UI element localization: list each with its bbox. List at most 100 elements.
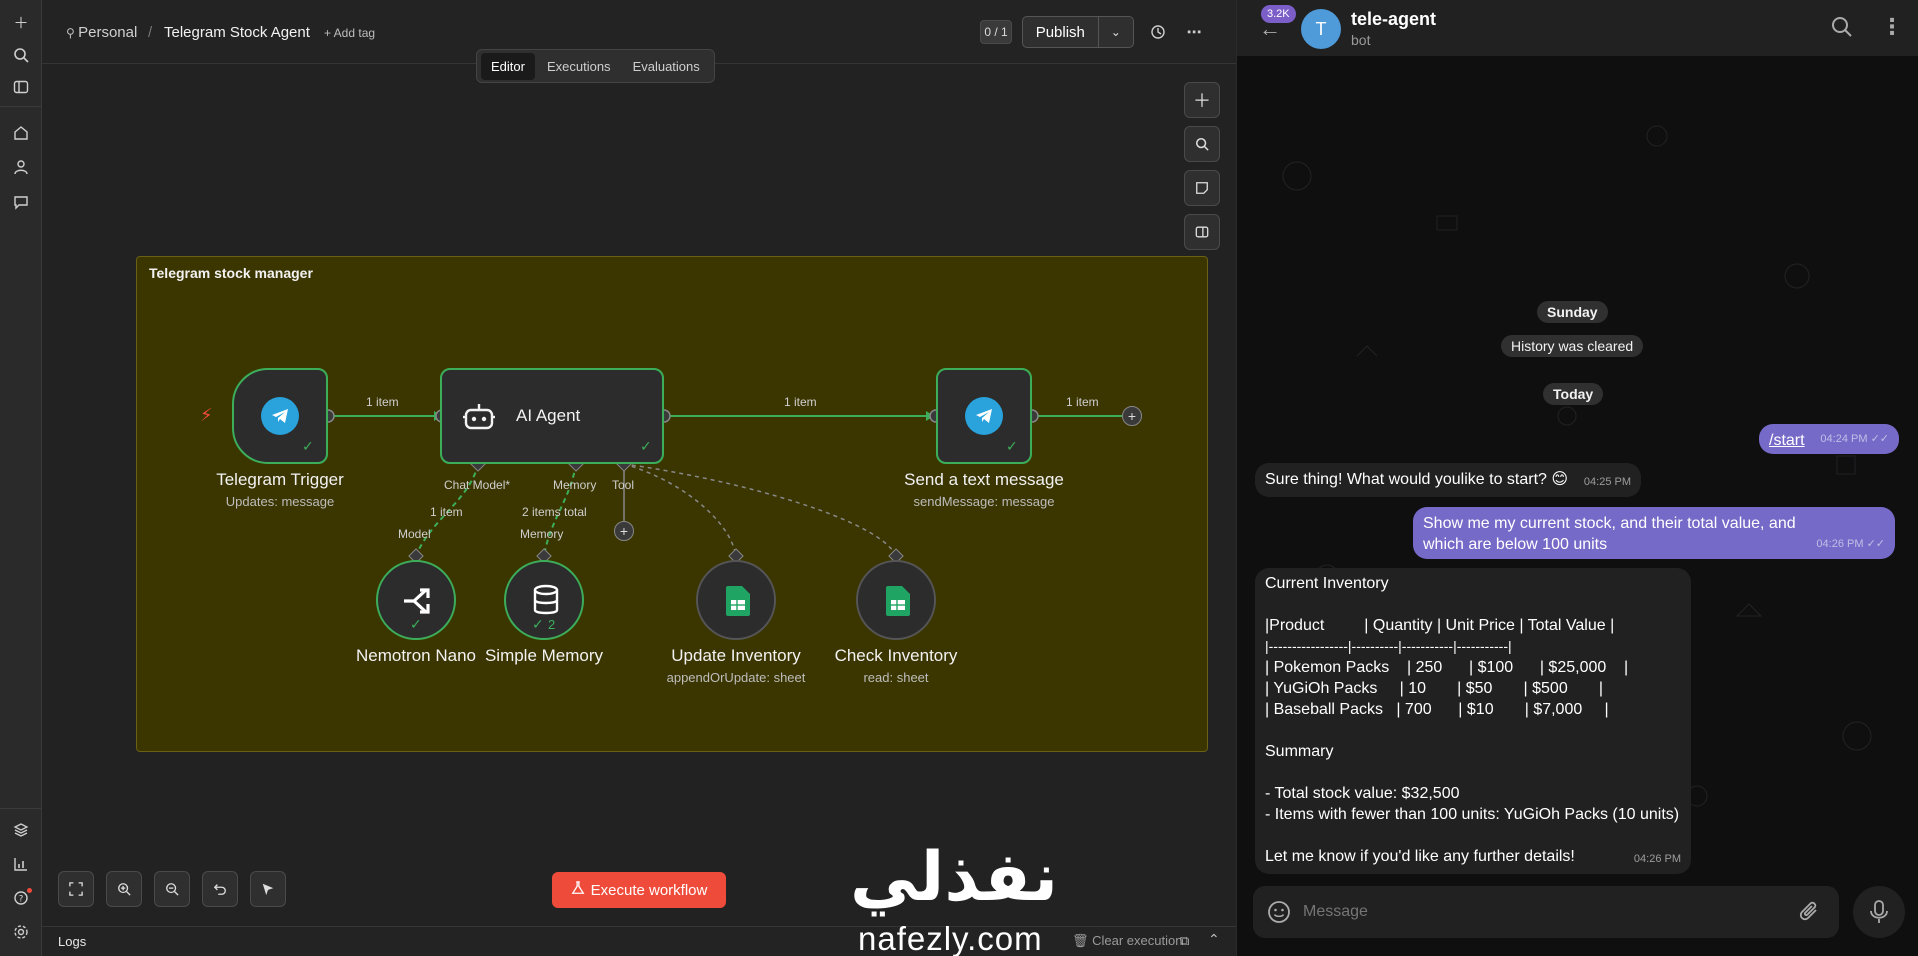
panel-icon xyxy=(1195,226,1209,238)
help-icon[interactable]: ? xyxy=(9,886,33,910)
undo-button[interactable] xyxy=(202,871,238,907)
message-input[interactable] xyxy=(1303,896,1773,928)
telegram-trigger-node[interactable]: ✓ xyxy=(232,368,328,464)
settings-gear-icon[interactable] xyxy=(9,920,33,944)
fit-view-button[interactable] xyxy=(58,871,94,907)
closing-line: Let me know if you'd like any further de… xyxy=(1265,848,1575,865)
chevron-down-icon[interactable]: ⌄ xyxy=(1097,17,1133,47)
node-subtitle: read: sheet xyxy=(863,670,929,685)
add-tool-button[interactable]: + xyxy=(614,521,634,541)
tab-editor[interactable]: Editor xyxy=(481,52,535,80)
simple-memory-node[interactable]: ✓ 2 xyxy=(504,560,584,640)
outgoing-message[interactable]: /start 04:24 PM ✓✓ xyxy=(1759,424,1899,454)
chat-icon[interactable] xyxy=(9,190,33,214)
port-label-memory: Memory xyxy=(553,478,597,492)
summary-line: - Items with fewer than 100 units: YuGiO… xyxy=(1265,806,1680,823)
plus-icon[interactable]: ＋ xyxy=(9,10,33,34)
check-inventory-node[interactable] xyxy=(856,560,936,640)
search-icon[interactable] xyxy=(1831,16,1853,43)
more-options-icon[interactable]: ⋯ xyxy=(1182,20,1206,44)
zoom-out-button[interactable] xyxy=(154,871,190,907)
more-vertical-icon[interactable]: ⋮ xyxy=(1881,14,1903,40)
node-label: Telegram Trigger xyxy=(216,470,344,489)
node-label: Send a text message xyxy=(904,470,1064,489)
read-checks-icon: ✓✓ xyxy=(1866,538,1885,550)
versions-counter: 0 / 1 xyxy=(980,20,1012,44)
read-checks-icon: ✓✓ xyxy=(1870,433,1889,445)
tab-executions[interactable]: Executions xyxy=(537,53,621,80)
port-label-model: Model xyxy=(398,527,431,541)
inventory-reply-message[interactable]: Current Inventory |Product | Quantity | … xyxy=(1255,568,1691,874)
update-inventory-node[interactable] xyxy=(696,560,776,640)
svg-text:?: ? xyxy=(19,895,24,905)
incoming-message[interactable]: Sure thing! What would youlike to start?… xyxy=(1255,463,1641,497)
user-icon[interactable] xyxy=(9,155,33,179)
summary-heading: Summary xyxy=(1265,743,1334,760)
table-row: | Baseball Packs | 700 | $10 | $7,000 | xyxy=(1265,701,1609,718)
panel-toggle-icon[interactable] xyxy=(9,75,33,99)
fullscreen-icon xyxy=(69,882,83,896)
ai-agent-node[interactable]: AI Agent ✓ xyxy=(440,368,664,464)
pop-out-icon[interactable]: ⧉ xyxy=(1180,933,1189,949)
microphone-button[interactable] xyxy=(1853,886,1905,938)
google-sheets-icon xyxy=(886,586,910,621)
insights-icon[interactable] xyxy=(9,852,33,876)
n8n-editor: ＋ ? ⚲ Personal / Telegram Stock Agent + … xyxy=(0,0,1236,956)
add-after-send-button[interactable]: + xyxy=(1122,406,1142,426)
logs-bar[interactable]: Logs 🗑 Clear execution ⧉ ⌃ xyxy=(42,926,1236,956)
search-nodes-button[interactable] xyxy=(1184,126,1220,162)
side-panel-button[interactable] xyxy=(1184,214,1220,250)
date-pill: Today xyxy=(1543,383,1604,405)
pointer-button[interactable] xyxy=(250,871,286,907)
search-icon[interactable] xyxy=(9,43,33,67)
undo-icon xyxy=(213,884,226,895)
port-label-chat-model: Chat Model* xyxy=(444,478,511,492)
home-icon[interactable] xyxy=(9,121,33,145)
emoji-icon[interactable] xyxy=(1267,900,1291,929)
attach-paperclip-icon[interactable] xyxy=(1799,900,1821,929)
breadcrumb-project[interactable]: ⚲ Personal xyxy=(66,24,137,41)
templates-icon[interactable] xyxy=(9,818,33,842)
node-label: Check Inventory xyxy=(834,646,958,665)
publish-button-group: Publish ⌄ xyxy=(1022,16,1134,48)
lightning-icon: ⚡ xyxy=(200,405,213,425)
clear-execution-button[interactable]: 🗑 Clear execution xyxy=(1072,933,1182,949)
chat-header: ← 3.2K T tele-agent bot ⋮ xyxy=(1237,0,1918,56)
add-node-button[interactable]: ＋ xyxy=(1184,82,1220,118)
trash-icon: 🗑 xyxy=(1072,933,1093,948)
history-icon[interactable] xyxy=(1146,20,1170,44)
watermark-arabic: نفذلي xyxy=(850,838,1059,917)
table-row: | Pokemon Packs | 250 | $100 | $25,000 | xyxy=(1265,659,1629,676)
zoom-in-button[interactable] xyxy=(106,871,142,907)
message-text[interactable]: /start xyxy=(1769,432,1805,449)
editor-tabs: Editor Executions Evaluations xyxy=(476,49,715,83)
ai-agent-title: AI Agent xyxy=(516,406,581,425)
avatar[interactable]: T xyxy=(1301,9,1341,49)
summary-line: - Total stock value: $32,500 xyxy=(1265,785,1460,802)
node-label: Simple Memory xyxy=(484,646,604,665)
publish-button[interactable]: Publish xyxy=(1023,24,1098,41)
logs-label: Logs xyxy=(58,934,87,949)
add-tag-link[interactable]: + Add tag xyxy=(324,26,375,40)
execute-workflow-button[interactable]: Execute workflow xyxy=(552,872,726,908)
workflow-name[interactable]: Telegram Stock Agent xyxy=(164,24,310,41)
flask-icon xyxy=(571,881,585,899)
edge-item-count: 2 items total xyxy=(522,505,587,519)
success-check-icon: ✓ xyxy=(1006,438,1018,454)
chevron-up-icon[interactable]: ⌃ xyxy=(1208,931,1220,948)
sticky-note-button[interactable] xyxy=(1184,170,1220,206)
node-subtitle: sendMessage: message xyxy=(913,494,1055,509)
inventory-heading: Current Inventory xyxy=(1265,575,1389,592)
success-check-icon: ✓ xyxy=(640,438,652,454)
send-message-node[interactable]: ✓ xyxy=(936,368,1032,464)
robot-icon xyxy=(462,400,496,439)
message-time: 04:26 PM xyxy=(1816,538,1864,550)
nemotron-nano-node[interactable]: ✓ xyxy=(376,560,456,640)
sticky-note-title: Telegram stock manager xyxy=(149,265,313,281)
google-sheets-icon xyxy=(726,586,750,621)
outgoing-message[interactable]: Show me my current stock, and their tota… xyxy=(1413,507,1895,559)
unread-badge: 3.2K xyxy=(1261,5,1296,23)
chat-title[interactable]: tele-agent xyxy=(1351,9,1436,30)
node-subtitle: Updates: message xyxy=(225,494,335,509)
tab-evaluations[interactable]: Evaluations xyxy=(623,53,710,80)
